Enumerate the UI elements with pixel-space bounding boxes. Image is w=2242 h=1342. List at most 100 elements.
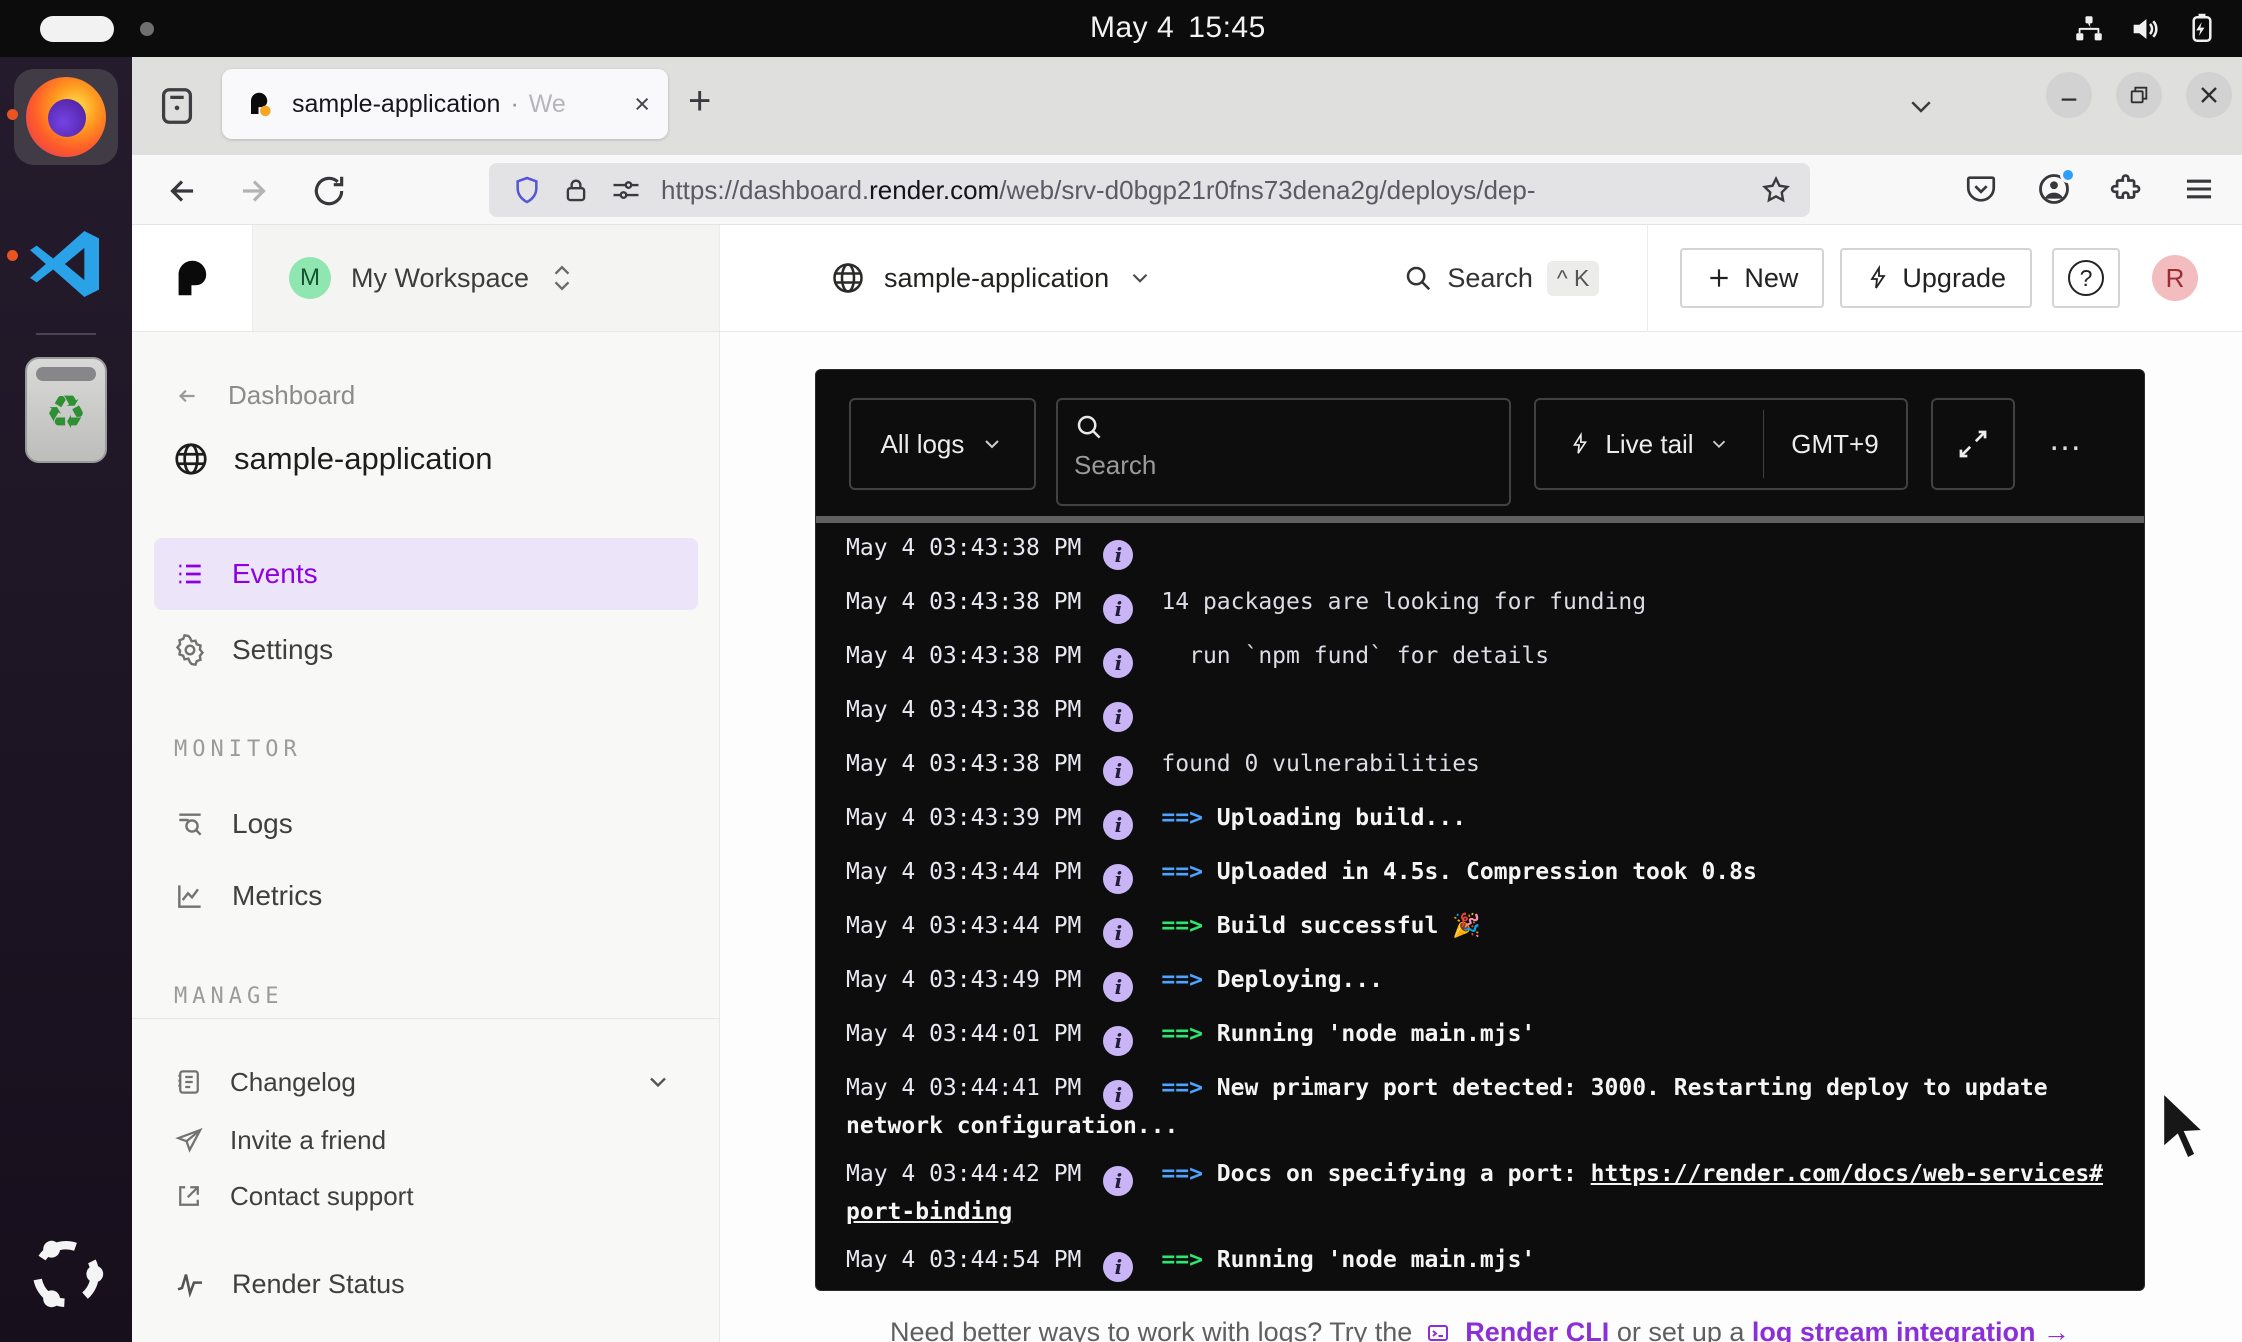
mouse-cursor xyxy=(2158,1086,2224,1174)
close-button[interactable] xyxy=(2186,72,2232,118)
workspace-indicator-dot[interactable] xyxy=(140,22,154,36)
url-prefix: https://dashboard. xyxy=(661,175,869,205)
upgrade-button[interactable]: Upgrade xyxy=(1840,248,2032,308)
ubuntu-activities-button[interactable] xyxy=(18,1226,114,1327)
info-icon: i xyxy=(1103,864,1133,894)
sidebar-service-title[interactable]: sample-application xyxy=(172,440,492,478)
info-icon: i xyxy=(1103,594,1133,624)
new-button-label: New xyxy=(1744,263,1798,294)
sidebar-item-settings[interactable]: Settings xyxy=(154,614,698,686)
live-tail-control[interactable]: Live tail GMT+9 xyxy=(1534,398,1908,490)
workspace-name: My Workspace xyxy=(351,263,529,294)
dock-item-vscode[interactable] xyxy=(22,220,110,313)
log-timestamp: May 4 03:44:42 PM xyxy=(846,1161,1081,1187)
firefox-view-icon[interactable] xyxy=(154,83,200,134)
render-dashboard: M My Workspace sample-application xyxy=(132,225,2242,1342)
arrow-left-icon xyxy=(172,383,202,409)
browser-window: sample-application · We × + xyxy=(132,57,2242,1342)
sidebar-item-events[interactable]: Events xyxy=(154,538,698,610)
sidebar-item-metrics[interactable]: Metrics xyxy=(154,860,698,932)
tab-separator: · xyxy=(510,90,518,119)
menu-hamburger-icon[interactable] xyxy=(2182,172,2216,206)
gear-icon xyxy=(174,634,206,666)
back-button[interactable] xyxy=(162,172,202,215)
reload-button[interactable] xyxy=(310,172,348,215)
log-timestamp: May 4 03:44:01 PM xyxy=(846,1021,1081,1047)
info-icon: i xyxy=(1103,648,1133,678)
dock-divider xyxy=(36,333,96,335)
log-message: Uploading build... xyxy=(1217,805,1466,831)
app-header: M My Workspace sample-application xyxy=(132,225,2242,332)
service-selector[interactable]: sample-application xyxy=(830,260,1153,296)
live-tail-button[interactable]: Live tail xyxy=(1536,429,1763,460)
forward-button[interactable] xyxy=(234,172,274,215)
sidebar-item-render-status[interactable]: Render Status xyxy=(154,1248,698,1320)
url-bar[interactable]: https://dashboard.render.com/web/srv-d0b… xyxy=(489,163,1810,217)
log-arrow: ==> xyxy=(1161,859,1216,885)
workspace-selector[interactable]: M My Workspace xyxy=(253,225,720,331)
network-icon xyxy=(2072,12,2106,46)
back-label: Dashboard xyxy=(228,380,355,411)
log-stream-integration-link[interactable]: log stream integration → xyxy=(1752,1317,2070,1342)
render-cli-link[interactable]: Render CLI xyxy=(1465,1317,1609,1342)
battery-icon xyxy=(2184,12,2220,46)
permissions-icon[interactable] xyxy=(609,175,643,205)
sidebar-item-logs[interactable]: Logs xyxy=(154,788,698,860)
log-message: Docs on specifying a port: xyxy=(1217,1161,1591,1187)
log-timestamp: May 4 03:43:49 PM xyxy=(846,967,1081,993)
chevron-down-icon xyxy=(1127,265,1153,291)
help-button[interactable]: ? xyxy=(2052,248,2120,308)
header-main: sample-application Search ^ K xyxy=(720,225,2242,331)
shield-icon[interactable] xyxy=(511,174,543,206)
bookmark-star-icon[interactable] xyxy=(1760,174,1792,206)
log-arrow: ==> xyxy=(1161,1021,1216,1047)
hint-text: or set up a xyxy=(1617,1317,1745,1342)
timezone-button[interactable]: GMT+9 xyxy=(1764,429,1906,460)
global-search-button[interactable]: Search ^ K xyxy=(1403,261,1599,296)
extensions-puzzle-icon[interactable] xyxy=(2110,172,2144,206)
new-tab-button[interactable]: + xyxy=(688,79,711,124)
search-icon xyxy=(1074,412,1493,442)
dock-item-firefox[interactable] xyxy=(14,69,118,165)
render-logo[interactable] xyxy=(132,225,253,331)
logs-search-icon xyxy=(174,808,206,840)
log-scrollbar[interactable] xyxy=(816,516,2144,523)
browser-tab[interactable]: sample-application · We × xyxy=(222,69,668,139)
firefox-icon xyxy=(26,77,106,157)
header-right: Search ^ K New xyxy=(1403,225,2198,331)
sidebar-section-manage: MANAGE xyxy=(174,984,283,1009)
pocket-icon[interactable] xyxy=(1964,172,1998,206)
list-all-tabs-chevron-icon[interactable] xyxy=(1904,91,1938,126)
screen: May 415:45 ♻ xyxy=(0,0,2242,1342)
globe-icon xyxy=(830,260,866,296)
ubuntu-logo-icon xyxy=(18,1226,114,1322)
events-list-icon xyxy=(174,558,206,590)
log-search-input[interactable]: Search xyxy=(1056,398,1511,506)
lock-icon[interactable] xyxy=(561,175,591,205)
tab-bar: sample-application · We × + xyxy=(132,57,2242,155)
log-row: May 4 03:43:38 PMi xyxy=(846,532,2116,570)
tab-close-button[interactable]: × xyxy=(634,91,650,118)
user-avatar[interactable]: R xyxy=(2152,255,2198,301)
workspace-avatar: M xyxy=(289,257,331,299)
expand-logs-button[interactable] xyxy=(1931,398,2015,490)
sidebar-item-contact-support[interactable]: Contact support xyxy=(154,1160,698,1232)
workspace-indicator-pill[interactable] xyxy=(40,16,114,42)
account-icon[interactable] xyxy=(2036,171,2072,207)
status-pulse-icon xyxy=(174,1268,206,1300)
new-button[interactable]: New xyxy=(1680,248,1824,308)
minimize-button[interactable] xyxy=(2046,72,2092,118)
globe-icon xyxy=(172,440,210,478)
more-options-button[interactable]: … xyxy=(2048,420,2085,459)
changelog-icon xyxy=(174,1067,204,1097)
dock-item-trash[interactable]: ♻ xyxy=(25,357,107,463)
log-timestamp: May 4 03:43:44 PM xyxy=(846,859,1081,885)
log-lines: May 4 03:43:38 PMiMay 4 03:43:38 PMi14 p… xyxy=(846,532,2116,1284)
system-tray[interactable] xyxy=(2072,12,2220,46)
system-clock[interactable]: May 415:45 xyxy=(1090,11,1280,45)
sidebar-back-dashboard[interactable]: Dashboard xyxy=(172,380,355,411)
log-row: May 4 03:43:38 PMi xyxy=(846,694,2116,732)
maximize-button[interactable] xyxy=(2116,72,2162,118)
chevron-updown-icon xyxy=(549,261,575,295)
log-filter-dropdown[interactable]: All logs xyxy=(849,398,1036,490)
